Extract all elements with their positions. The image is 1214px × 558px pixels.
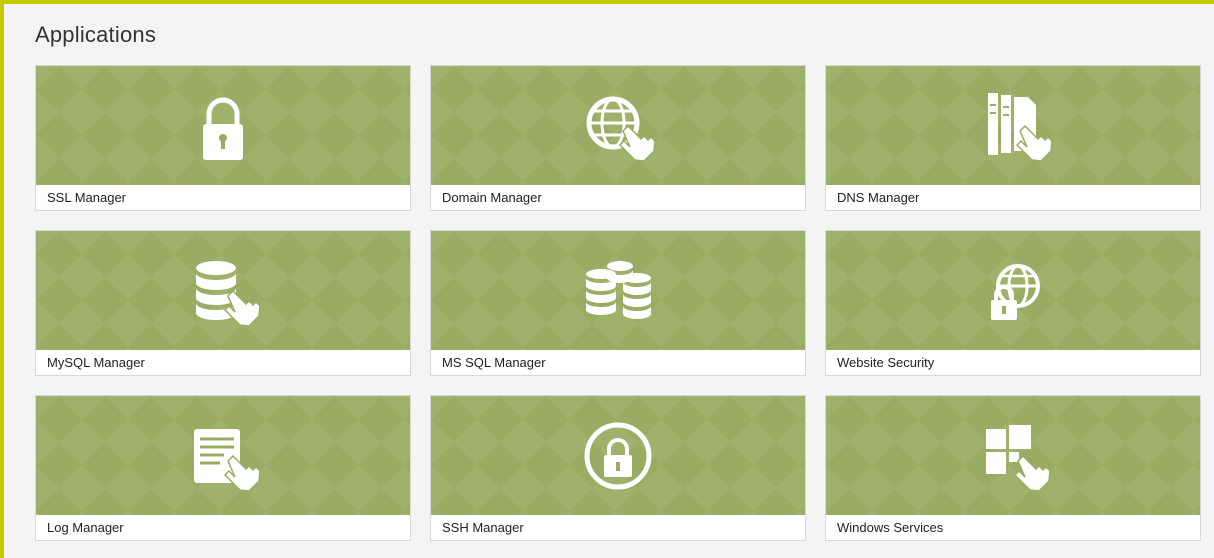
tile-banner[interactable]	[826, 231, 1200, 350]
section-title: Applications	[35, 22, 157, 47]
tile-log-manager[interactable]: Log Manager	[35, 395, 411, 541]
tile-banner[interactable]	[36, 66, 410, 185]
tile-label[interactable]: Windows Services	[837, 520, 943, 535]
tile-windows-services[interactable]: Windows Services	[825, 395, 1201, 541]
document-hand-icon	[194, 428, 261, 492]
tile-domain-manager[interactable]: Domain Manager	[430, 65, 806, 211]
tile-label[interactable]: DNS Manager	[837, 190, 919, 205]
tile-banner[interactable]	[826, 396, 1200, 515]
tile-mysql-manager[interactable]: MySQL Manager	[35, 230, 411, 376]
database-stacks-icon	[586, 260, 651, 319]
globe-hand-icon	[586, 96, 656, 162]
tile-banner[interactable]	[36, 231, 410, 350]
tile-banner[interactable]	[431, 396, 805, 515]
tile-label[interactable]: SSH Manager	[442, 520, 524, 535]
tile-label[interactable]: SSL Manager	[47, 190, 126, 205]
tile-banner[interactable]	[36, 396, 410, 515]
tile-label[interactable]: Domain Manager	[442, 190, 542, 205]
padlock-icon	[203, 97, 243, 160]
tile-ms-sql-manager[interactable]: MS SQL Manager	[430, 230, 806, 376]
tile-ssl-manager[interactable]: SSL Manager	[35, 65, 411, 211]
tile-label[interactable]: Log Manager	[47, 520, 124, 535]
tile-banner[interactable]	[431, 231, 805, 350]
tile-website-security[interactable]: Website Security	[825, 230, 1201, 376]
tile-banner[interactable]	[826, 66, 1200, 185]
server-hand-icon	[988, 92, 1053, 162]
tile-ssh-manager[interactable]: SSH Manager	[430, 395, 806, 541]
windows-hand-icon	[986, 424, 1051, 492]
tile-banner[interactable]	[431, 66, 805, 185]
database-hand-icon	[196, 260, 261, 327]
lock-circle-icon	[584, 422, 652, 489]
globe-lock-icon	[991, 263, 1040, 320]
tile-label[interactable]: MS SQL Manager	[442, 355, 546, 370]
tile-label[interactable]: Website Security	[837, 355, 934, 370]
tile-label[interactable]: MySQL Manager	[47, 355, 145, 370]
applications-panel: Applications SSL Manager Domain Manager	[0, 0, 1214, 558]
tile-dns-manager[interactable]: DNS Manager	[825, 65, 1201, 211]
